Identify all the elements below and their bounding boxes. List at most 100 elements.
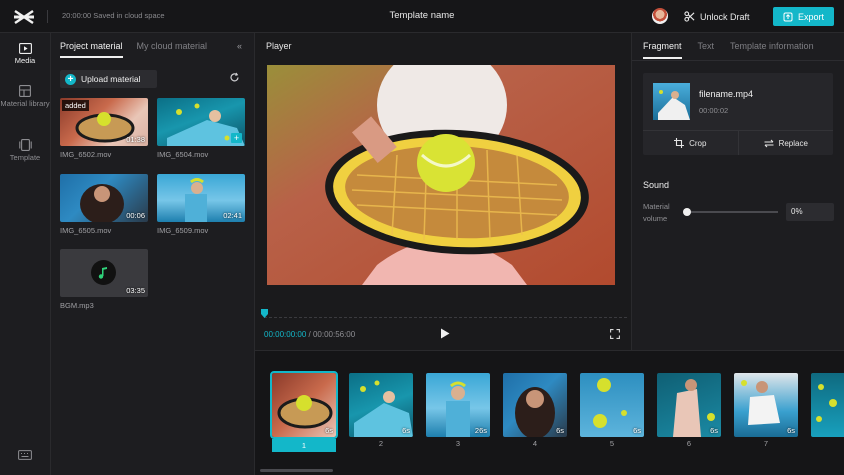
timeline-clip[interactable]: 6s 2 (349, 373, 413, 448)
refresh-icon[interactable] (229, 72, 240, 83)
tabs-divider (632, 60, 844, 61)
volume-slider-track[interactable] (686, 211, 778, 213)
asset-item[interactable]: 03:35 BGM.mp3 (60, 249, 148, 310)
timeline-clip[interactable]: 8 (811, 373, 844, 437)
fragment-card: filename.mp4 00:00:02 Crop Replace (643, 73, 833, 155)
fragment-filename: filename.mp4 (699, 89, 754, 99)
media-icon (18, 43, 32, 54)
clip-thumbnail: 6s (349, 373, 413, 437)
template-name[interactable]: Template name (390, 10, 455, 21)
asset-name: IMG_6504.mov (157, 150, 209, 159)
rail-label-template: Template (9, 153, 41, 162)
avatar[interactable] (652, 8, 668, 24)
inspector-panel: Fragment Text Template information filen… (632, 33, 844, 350)
timeline-scrollbar[interactable] (260, 469, 333, 472)
editor-app: 20:00:00 Saved in cloud space Template n… (0, 0, 844, 475)
asset-duration: 03:35 (126, 286, 145, 295)
clip-thumbnail: 6s (657, 373, 721, 437)
timeline-clip[interactable]: 6s 7 (734, 373, 798, 448)
tab-project-material[interactable]: Project material (60, 41, 123, 58)
play-button[interactable] (440, 328, 450, 339)
rail-item-material-library[interactable]: Material library (0, 85, 50, 109)
clip-thumbnail: 26s (426, 373, 490, 437)
asset-thumbnail: + (157, 98, 245, 146)
asset-duration: 01:38 (126, 135, 145, 144)
asset-duration: 02:41 (223, 211, 242, 220)
asset-thumbnail: 02:41 (157, 174, 245, 222)
volume-slider-handle[interactable] (683, 208, 691, 216)
timeline-clip[interactable]: 6s 1 (270, 371, 338, 452)
timeline-clip[interactable]: 6s 6 (657, 373, 721, 448)
asset-name: IMG_6505.mov (60, 226, 112, 235)
fragment-thumbnail (653, 83, 690, 120)
rail-item-template[interactable]: Template (0, 139, 50, 163)
timeline-clip[interactable]: 6s 5 (580, 373, 644, 448)
unlock-draft-button[interactable]: Unlock Draft (684, 8, 750, 25)
clip-number: 7 (763, 439, 769, 448)
collapse-panel-icon[interactable]: « (237, 41, 242, 51)
replace-label: Replace (778, 138, 808, 148)
clip-duration: 6s (787, 426, 795, 435)
volume-input[interactable]: 0% (786, 203, 834, 221)
inspector-tabs: Fragment Text Template information (643, 41, 814, 59)
asset-item[interactable]: 00:06 IMG_6505.mov (60, 174, 148, 235)
added-badge: added (62, 100, 89, 111)
clip-number: 5 (609, 439, 615, 448)
fragment-duration: 00:00:02 (699, 106, 729, 115)
player-title: Player (266, 41, 292, 51)
tennis-balls-image (816, 384, 837, 422)
clip-number: 6 (686, 439, 692, 448)
upload-material-label: Upload material (81, 74, 141, 84)
material-volume-label: Material volume (643, 202, 670, 223)
time-display: 00:00:00:00 / 00:00:56:00 (264, 330, 355, 339)
tab-template-information[interactable]: Template information (730, 41, 814, 59)
timeline: 6s 1 6s 2 26s 3 6s 4 6s 5 6s 6 6s 7 (255, 350, 844, 475)
header-divider (47, 10, 48, 23)
clip-duration: 6s (633, 426, 641, 435)
clip-duration: 26s (474, 426, 487, 435)
total-time: / 00:00:56:00 (308, 330, 356, 339)
tab-fragment[interactable]: Fragment (643, 41, 682, 59)
asset-item[interactable]: + IMG_6504.mov (157, 98, 245, 159)
tennis-player-image (658, 90, 690, 120)
asset-thumbnail: 03:35 (60, 249, 148, 297)
clip-duration: 6s (710, 426, 718, 435)
asset-item[interactable]: 02:41 IMG_6509.mov (157, 174, 245, 235)
video-preview[interactable] (267, 65, 615, 285)
rail-label-media: Media (14, 56, 36, 65)
asset-thumbnail: added 01:38 (60, 98, 148, 146)
progress-track[interactable] (264, 317, 627, 318)
save-status: 20:00:00 Saved in cloud space (62, 11, 165, 20)
replace-button[interactable]: Replace (737, 131, 834, 155)
keyboard-icon[interactable] (18, 450, 32, 460)
sound-section-title: Sound (643, 180, 670, 190)
tab-my-cloud-material[interactable]: My cloud material (137, 41, 208, 58)
crop-label: Crop (689, 138, 707, 148)
tab-text[interactable]: Text (698, 41, 715, 59)
rail-label-material-library: Material library (0, 99, 50, 108)
playhead-marker[interactable] (261, 309, 268, 318)
add-to-timeline-button[interactable]: + (231, 133, 242, 143)
clip-thumbnail: 6s (580, 373, 644, 437)
clip-number: 2 (378, 439, 384, 448)
rail-item-media[interactable]: Media (0, 43, 50, 66)
fragment-actions: Crop Replace (643, 130, 833, 155)
fullscreen-icon[interactable] (610, 329, 620, 339)
asset-item[interactable]: added 01:38 IMG_6502.mov (60, 98, 148, 159)
upload-material-button[interactable]: + Upload material (60, 70, 157, 88)
media-tabs: Project material My cloud material (60, 41, 207, 58)
library-icon (19, 85, 31, 97)
clip-thumbnail: 6s (503, 373, 567, 437)
export-icon (783, 12, 793, 21)
clip-number: 4 (532, 439, 538, 448)
clip-duration: 6s (556, 426, 564, 435)
timeline-clip[interactable]: 26s 3 (426, 373, 490, 448)
clip-duration: 6s (325, 426, 333, 435)
capcut-logo-icon[interactable] (12, 7, 36, 27)
timeline-clip[interactable]: 6s 4 (503, 373, 567, 448)
replace-icon (764, 139, 774, 147)
asset-name: IMG_6509.mov (157, 226, 209, 235)
current-time: 00:00:00:00 (264, 330, 307, 339)
export-button[interactable]: Export (773, 7, 834, 26)
crop-button[interactable]: Crop (643, 131, 738, 155)
